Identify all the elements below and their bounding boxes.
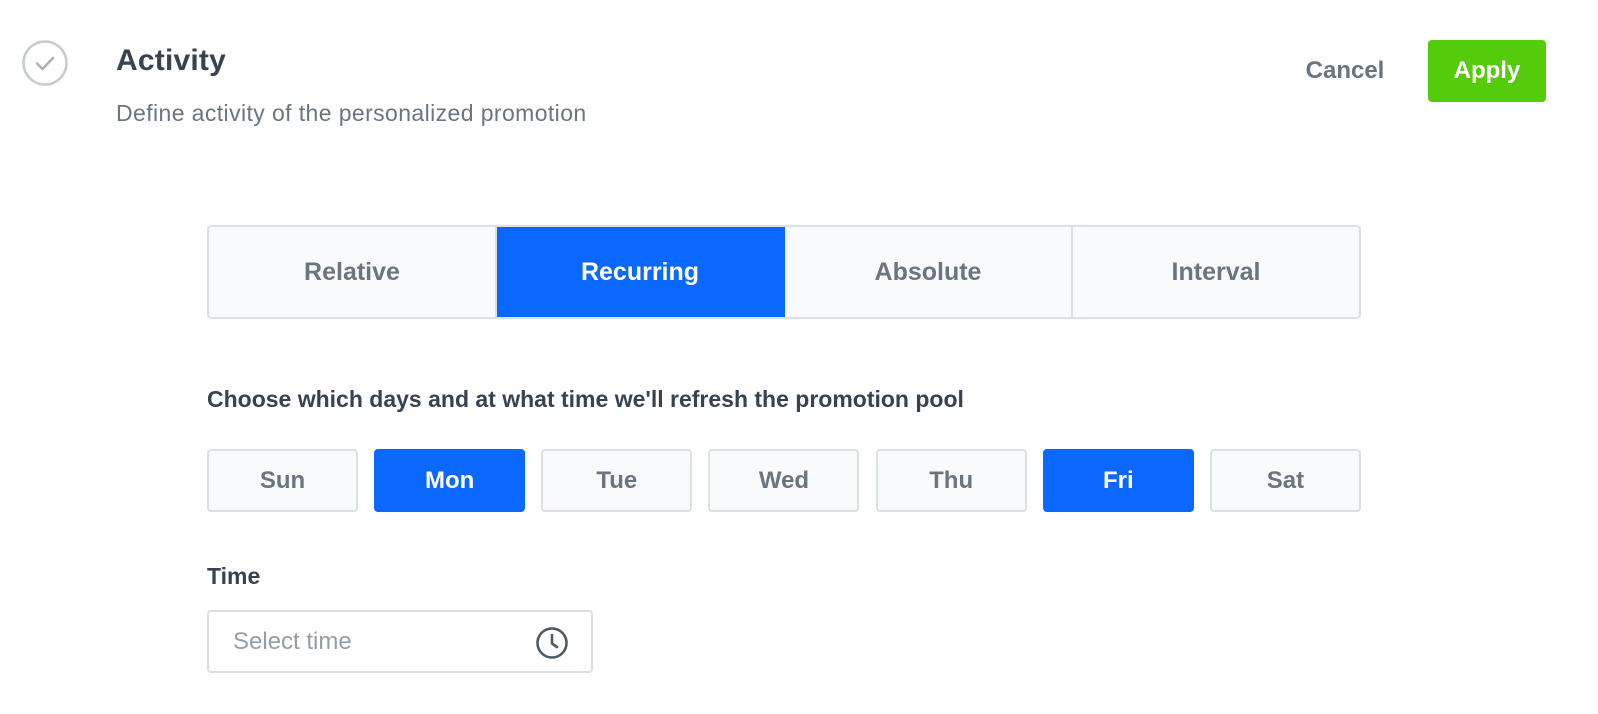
page-subtitle: Define activity of the personalized prom… [116,100,587,126]
clock-icon[interactable] [535,626,569,660]
activity-type-tabs: Relative Recurring Absolute Interval [207,225,1361,319]
check-circle-icon [22,40,68,86]
day-button-fri[interactable]: Fri [1042,449,1194,512]
time-input[interactable] [209,612,509,671]
days-section-label: Choose which days and at what time we'll… [207,386,964,412]
tab-relative[interactable]: Relative [209,227,497,317]
time-label: Time [207,563,261,589]
day-button-wed[interactable]: Wed [708,449,860,512]
page-title: Activity [116,44,226,77]
day-selector: Sun Mon Tue Wed Thu Fri Sat [207,449,1361,512]
tab-interval[interactable]: Interval [1073,227,1359,317]
cancel-button[interactable]: Cancel [1288,40,1402,102]
day-button-mon[interactable]: Mon [374,449,526,512]
time-picker[interactable] [207,610,593,673]
apply-button[interactable]: Apply [1428,40,1546,102]
day-button-tue[interactable]: Tue [541,449,693,512]
tab-absolute[interactable]: Absolute [785,227,1073,317]
day-button-thu[interactable]: Thu [875,449,1027,512]
day-button-sat[interactable]: Sat [1209,449,1361,512]
activity-panel: Activity Define activity of the personal… [0,0,1598,714]
day-button-sun[interactable]: Sun [207,449,358,512]
tab-recurring[interactable]: Recurring [497,227,785,317]
